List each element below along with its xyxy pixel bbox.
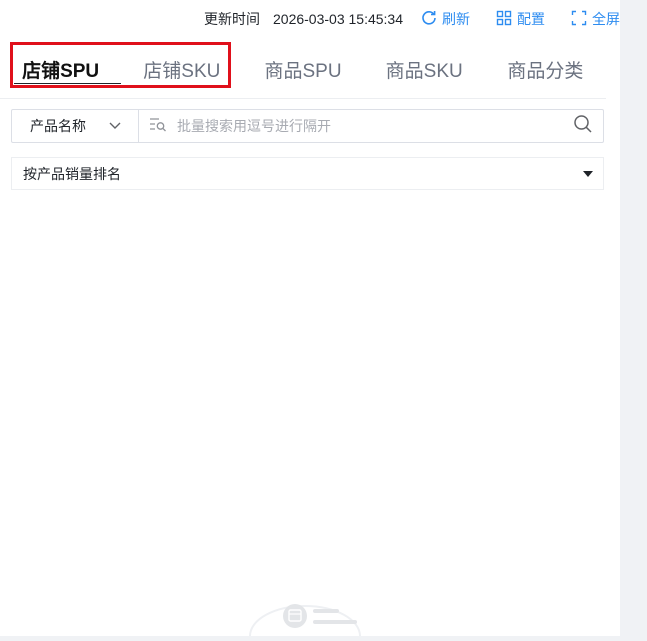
tab-bar: 店铺SPU 店铺SKU 商品SPU 商品SKU 商品分类	[0, 46, 606, 99]
toolbar: 更新时间 2026-03-03 15:45:34 刷新 配置 全屏	[0, 0, 620, 38]
sort-select[interactable]: 按产品销量排名	[11, 157, 604, 190]
grid-icon	[496, 10, 517, 29]
main-panel: 更新时间 2026-03-03 15:45:34 刷新 配置 全屏 店铺SPU …	[0, 0, 620, 637]
config-button[interactable]: 配置	[496, 9, 545, 29]
chevron-down-icon	[108, 118, 122, 135]
sort-select-value: 按产品销量排名	[23, 165, 121, 182]
active-tab-indicator	[14, 83, 121, 84]
search-bar: 产品名称	[11, 109, 604, 143]
caret-down-icon	[583, 170, 593, 177]
tab-product-spu[interactable]: 商品SPU	[242, 46, 363, 98]
search-field-select[interactable]: 产品名称	[12, 110, 139, 142]
search-icon[interactable]	[573, 114, 593, 139]
search-input[interactable]	[175, 117, 573, 135]
tab-product-category[interactable]: 商品分类	[485, 46, 606, 98]
batch-search-icon	[149, 116, 167, 137]
fullscreen-button[interactable]: 全屏	[571, 9, 620, 29]
refresh-icon	[421, 10, 442, 29]
refresh-label: 刷新	[442, 11, 470, 27]
refresh-button[interactable]: 刷新	[421, 9, 470, 29]
update-time-label: 更新时间	[204, 11, 260, 27]
search-input-wrap	[139, 110, 603, 142]
fullscreen-icon	[571, 10, 592, 29]
tab-store-sku[interactable]: 店铺SKU	[121, 46, 242, 98]
search-field-select-value: 产品名称	[30, 118, 86, 134]
loading-indicator	[240, 596, 380, 637]
fullscreen-label: 全屏	[592, 11, 620, 27]
config-label: 配置	[517, 11, 545, 27]
tab-product-sku[interactable]: 商品SKU	[364, 46, 485, 98]
scrollbar[interactable]	[620, 0, 647, 636]
tab-store-spu[interactable]: 店铺SPU	[0, 46, 121, 98]
update-time-value: 2026-03-03 15:45:34	[273, 11, 403, 27]
